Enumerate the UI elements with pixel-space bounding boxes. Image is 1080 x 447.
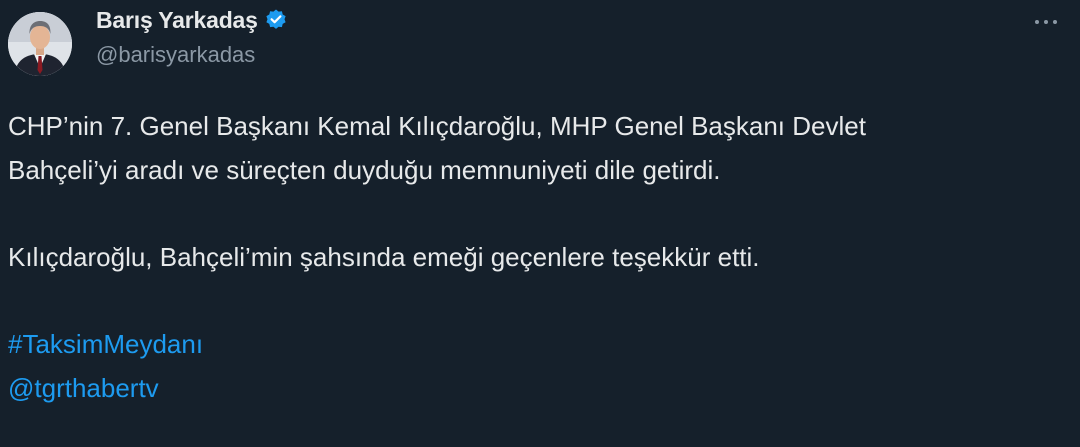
name-row: Barış Yarkadaş (96, 4, 288, 36)
paragraph-1-line-1: CHP’nin 7. Genel Başkanı Kemal Kılıçdaro… (8, 111, 866, 141)
paragraph-2: Kılıçdaroğlu, Bahçeli’min şahsında emeği… (8, 242, 760, 272)
mention-link[interactable]: @tgrthabertv (8, 373, 159, 403)
tweet-card: Barış Yarkadaş @barisyarkadas CHP’nin 7.… (0, 0, 1080, 447)
author-block: Barış Yarkadaş @barisyarkadas (96, 4, 288, 68)
more-options-icon (1035, 20, 1039, 24)
verified-badge-icon (264, 8, 288, 32)
avatar-photo (8, 12, 72, 76)
hashtag-link[interactable]: #TaksimMeydanı (8, 329, 203, 359)
display-name[interactable]: Barış Yarkadaş (96, 7, 258, 34)
more-options-icon-dot (1053, 20, 1057, 24)
tweet-text: CHP’nin 7. Genel Başkanı Kemal Kılıçdaro… (8, 104, 1068, 410)
more-options-icon-dot (1044, 20, 1048, 24)
links-block: #TaksimMeydanı @tgrthabertv (8, 322, 1068, 410)
paragraph-1-line-2: Bahçeli’yi aradı ve süreçten duyduğu mem… (8, 155, 721, 185)
more-options-button[interactable] (1026, 6, 1066, 38)
handle[interactable]: @barisyarkadas (96, 42, 288, 68)
avatar[interactable] (8, 12, 72, 76)
